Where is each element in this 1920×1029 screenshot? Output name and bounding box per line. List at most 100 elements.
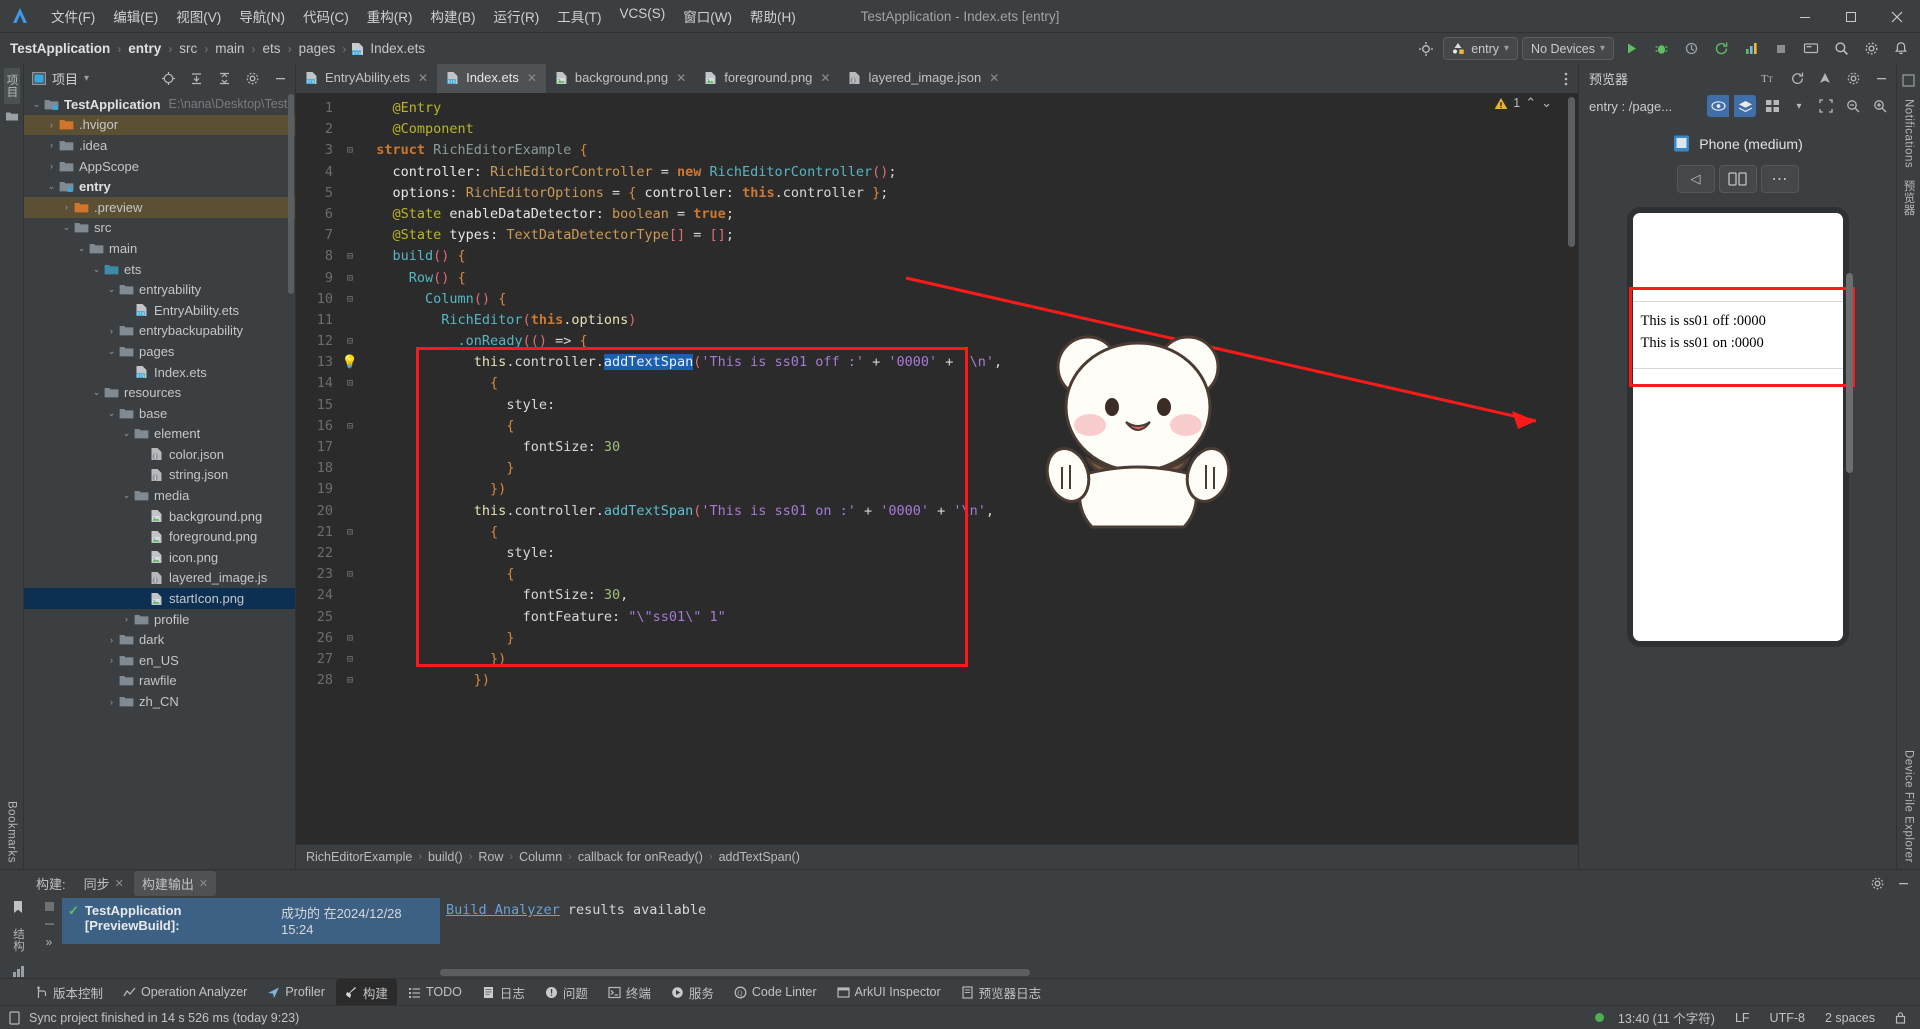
line-separator[interactable]: LF [1729,1011,1756,1025]
lock-icon[interactable] [1889,1011,1912,1024]
tree-item--hvigor[interactable]: › .hvigor [24,114,295,136]
folder-icon[interactable] [5,110,19,122]
device-manager-icon[interactable] [1798,36,1824,62]
tree-item-resources[interactable]: ⌄ resources [24,382,295,403]
chevron-right-icon[interactable]: › [60,202,73,212]
stop-icon[interactable] [1768,36,1794,62]
settings-gear-icon[interactable] [1858,36,1884,62]
previewer-file-name[interactable]: entry : /page... [1589,99,1702,114]
intention-bulb-icon[interactable]: 💡 [340,352,360,373]
chevron-down-icon[interactable]: ⌄ [45,181,58,192]
tree-item-starticon-png[interactable]: startIcon.png [24,588,295,609]
editor-status-breadcrumb[interactable]: RichEditorExample › build() › Row › Column › cal… [296,844,1578,869]
tree-item-pages[interactable]: ⌄ pages [24,341,295,362]
tree-item-rawfile[interactable]: rawfile [24,671,295,692]
fold-marker[interactable]: ⊟ [340,522,360,543]
menu-item-1[interactable]: 编辑(E) [104,3,167,29]
close-bottom-tab-icon[interactable]: ✕ [199,877,208,890]
rail-item-structure[interactable]: 结构 [10,922,26,958]
tree-item--preview[interactable]: › .preview [24,196,295,218]
status-breadcrumb-part-2[interactable]: Row [478,850,503,864]
tree-item-index-ets[interactable]: ETS Index.ets [24,362,295,383]
font-size-icon[interactable]: TT [1758,67,1780,89]
tool-window---[interactable]: 问题 [536,979,597,1006]
layers-icon[interactable] [1734,95,1756,117]
tree-scrollbar[interactable] [288,94,294,294]
chevron-right-icon[interactable]: › [45,161,58,171]
chevron-down-icon[interactable]: ⌄ [90,264,103,275]
hide-panel-icon[interactable] [269,67,291,89]
chevron-right-icon[interactable]: › [120,614,133,624]
chevron-down-icon[interactable]: ⌄ [105,284,118,295]
fold-marker[interactable]: ⊟ [340,649,360,670]
editor-tab-entryability-ets[interactable]: ETS EntryAbility.ets ✕ [296,64,437,93]
build-output-pane[interactable]: Build Analyzer results available [440,896,1920,978]
file-encoding[interactable]: UTF-8 [1764,1011,1811,1025]
menu-item-4[interactable]: 代码(C) [294,3,358,29]
expand-all-icon[interactable] [185,67,207,89]
tree-item-element[interactable]: ⌄ element [24,424,295,445]
menu-item-9[interactable]: VCS(S) [611,3,675,29]
expand-output-icon[interactable]: » [46,935,53,949]
chevron-right-icon[interactable]: › [105,697,118,707]
breadcrumb[interactable]: TestApplication › entry › src › main › ets › pages… [8,41,427,56]
multi-device-button[interactable] [1718,165,1757,193]
run-config-selector[interactable]: entry ▾ [1443,37,1519,60]
fold-marker[interactable]: ⊟ [340,140,360,161]
fit-screen-icon[interactable] [1815,95,1837,117]
tree-item-media[interactable]: ⌄ media [24,485,295,506]
tree-item-base[interactable]: ⌄ base [24,403,295,424]
code-folding-gutter[interactable]: ⊟ ⊟ ⊟ ⊟ ⊟ 💡 ⊟ ⊟ ⊟ ⊟ ⊟ ⊟ ⊟ [340,93,360,844]
rerun-icon[interactable] [1708,36,1734,62]
code-editor[interactable]: 1 ⌃ ⌄ 1 2 3 4 5 6 7 8 9 10 11 12 13 14 15 16 17 18 19 20 21 2… [296,93,1578,844]
chevron-down-icon[interactable]: ▾ [1788,95,1810,117]
rail-item-project[interactable]: 项目 [3,68,20,104]
fold-marker[interactable]: ⊟ [340,373,360,394]
rail-item-previewer[interactable]: 预览器 [1901,174,1917,222]
previewer-rail-icon[interactable] [1902,74,1915,87]
notifications-bell-icon[interactable] [1888,36,1914,62]
breadcrumb-part-2[interactable]: src [177,41,199,56]
chevron-right-icon[interactable]: › [45,120,58,130]
fold-marker[interactable]: ⊟ [340,670,360,691]
code-text[interactable]: @Entry @Component struct RichEditorExamp… [360,93,1578,844]
fold-marker[interactable]: ⊟ [340,564,360,585]
close-bottom-tab-icon[interactable]: ✕ [115,877,124,890]
editor-scrollbar[interactable] [1568,97,1575,247]
breadcrumb-part-1[interactable]: entry [126,41,163,56]
status-breadcrumb-part-4[interactable]: callback for onReady() [578,850,703,864]
menu-item-7[interactable]: 运行(R) [485,3,549,29]
menu-item-11[interactable]: 帮助(H) [741,3,805,29]
rotate-device-button[interactable]: ◁ [1676,165,1715,193]
tree-item-entryability[interactable]: ⌄ entryability [24,279,295,300]
close-tab-icon[interactable]: ✕ [820,71,830,85]
editor-tab-background-png[interactable]: background.png ✕ [546,64,695,93]
editor-tab-foreground-png[interactable]: foreground.png ✕ [695,64,839,93]
more-options-button[interactable]: ⋯ [1760,165,1799,193]
attach-debugger-icon[interactable] [1678,36,1704,62]
status-breadcrumb-part-1[interactable]: build() [428,850,463,864]
chevron-down-icon[interactable]: ⌄ [120,428,133,439]
fold-marker[interactable]: ⊟ [340,289,360,310]
device-screen[interactable]: This is ss01 off :0000 This is ss01 on :… [1632,213,1843,641]
tool-window-code-linter[interactable]: Q Code Linter [725,981,826,1003]
device-selector[interactable]: No Devices ▾ [1522,37,1614,60]
fold-marker[interactable]: ⊟ [340,416,360,437]
tool-window-----[interactable]: 版本控制 [26,979,112,1006]
breadcrumb-part-4[interactable]: ets [261,41,283,56]
bottom-tab-1[interactable]: 构建输出 ✕ [133,870,217,896]
tab-options-icon[interactable] [1558,64,1574,93]
tree-item-appscope[interactable]: › AppScope [24,156,295,177]
prev-problem-icon[interactable]: ⌃ [1525,95,1536,111]
menu-item-2[interactable]: 视图(V) [167,3,230,29]
chevron-down-icon[interactable]: ⌄ [105,346,118,357]
tool-window-todo[interactable]: TODO [399,981,471,1003]
chevron-down-icon[interactable]: ⌄ [120,490,133,501]
run-button[interactable] [1618,36,1644,62]
build-result-row[interactable]: ✓ TestApplication [PreviewBuild]: 成功的 在2… [62,898,440,944]
inspector-icon[interactable] [1814,67,1836,89]
grid-layout-icon[interactable] [1761,95,1783,117]
tree-item-main[interactable]: ⌄ main [24,238,295,259]
debug-button[interactable] [1648,36,1674,62]
menu-item-0[interactable]: 文件(F) [42,3,104,29]
